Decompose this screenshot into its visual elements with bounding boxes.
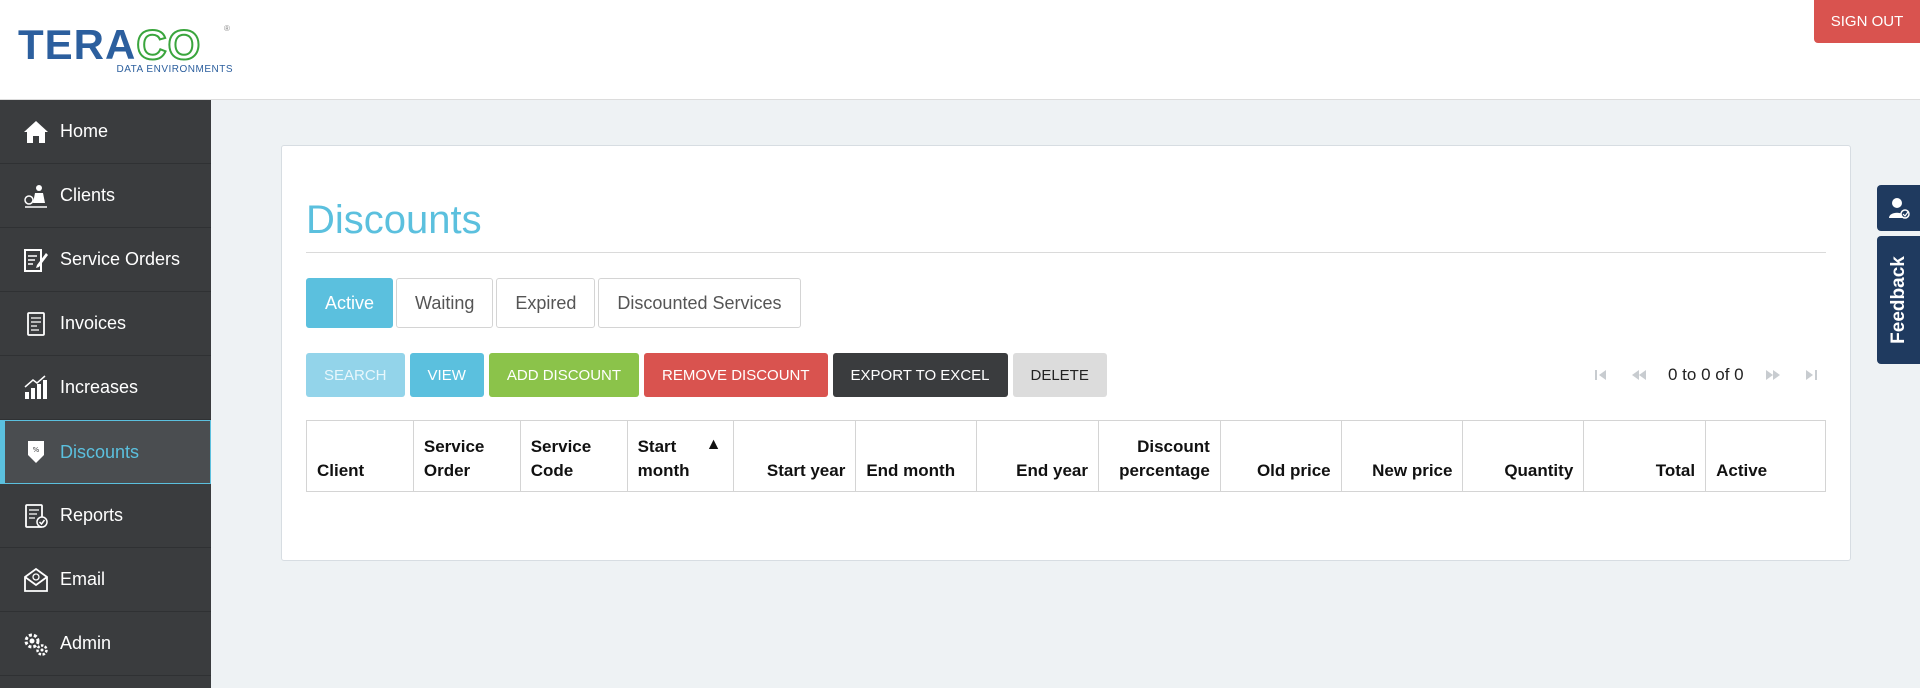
tab-expired[interactable]: Expired xyxy=(496,278,596,328)
clients-icon xyxy=(22,182,50,210)
main-content: Discounts Active Waiting Expired Discoun… xyxy=(211,100,1920,688)
feedback-tab[interactable]: Feedback xyxy=(1877,236,1920,364)
sidebar-item-label: Admin xyxy=(60,633,112,653)
sidebar-item-label: Invoices xyxy=(60,313,127,333)
column-header-end-month[interactable]: End month xyxy=(856,421,978,491)
column-header-old-price[interactable]: Old price xyxy=(1221,421,1342,491)
sidebar-item-service-orders[interactable]: Service Orders xyxy=(0,228,211,292)
discount-tabs: Active Waiting Expired Discounted Servic… xyxy=(306,278,804,328)
column-header-new-price[interactable]: New price xyxy=(1342,421,1464,491)
increase-chart-icon xyxy=(22,374,50,402)
column-header-service-code[interactable]: Service Code xyxy=(521,421,628,491)
discounts-panel: Discounts Active Waiting Expired Discoun… xyxy=(281,145,1851,561)
sidebar-item-label: Service Orders xyxy=(60,249,181,269)
column-header-start-month[interactable]: Start month ▲ xyxy=(628,421,735,491)
invoice-icon xyxy=(22,310,50,338)
add-discount-button[interactable]: ADD DISCOUNT xyxy=(488,353,640,397)
sign-out-button[interactable]: SIGN OUT xyxy=(1814,0,1920,43)
column-header-client[interactable]: Client xyxy=(307,421,414,491)
logo-wordmark: TERACO xyxy=(18,21,202,68)
next-page-icon[interactable] xyxy=(1763,365,1783,385)
feedback-label: Feedback xyxy=(1887,256,1909,344)
logo-subtitle: DATA ENVIRONMENTS xyxy=(116,64,233,75)
sidebar-item-label: Email xyxy=(60,569,106,589)
teraco-logo[interactable]: TERACO ® DATA ENVIRONMENTS xyxy=(18,21,233,76)
pagination: 0 to 0 of 0 xyxy=(1582,361,1830,389)
column-header-label: Start month xyxy=(637,437,690,480)
email-icon xyxy=(22,566,50,594)
pagination-status: 0 to 0 of 0 xyxy=(1668,365,1744,384)
sidebar-item-label: Reports xyxy=(60,505,124,525)
column-header-service-order[interactable]: Service Order xyxy=(414,421,521,491)
sidebar-item-reports[interactable]: Reports xyxy=(0,484,211,548)
column-header-discount-percentage[interactable]: Discount percentage xyxy=(1099,421,1221,491)
remove-discount-button[interactable]: REMOVE DISCOUNT xyxy=(644,353,828,397)
sidebar-item-label: Home xyxy=(60,121,109,141)
sidebar-item-label: Clients xyxy=(60,185,116,205)
last-page-icon[interactable] xyxy=(1801,365,1821,385)
logo-registered-mark: ® xyxy=(224,24,230,33)
sidebar-item-label: Discounts xyxy=(60,441,140,462)
gear-icon xyxy=(22,630,50,658)
previous-page-icon[interactable] xyxy=(1629,365,1649,385)
header: TERACO ® DATA ENVIRONMENTS SIGN OUT xyxy=(0,0,1920,100)
discount-tag-icon: % xyxy=(22,438,50,466)
discounts-table-header: Client Service Order Service Code Start … xyxy=(306,420,1826,492)
page-title: Discounts xyxy=(306,198,482,242)
sidebar-item-label: Increases xyxy=(60,377,139,397)
service-orders-icon xyxy=(22,246,50,274)
column-header-quantity[interactable]: Quantity xyxy=(1463,421,1585,491)
sort-ascending-icon: ▲ xyxy=(705,436,722,453)
sidebar-item-discounts[interactable]: % Discounts xyxy=(0,420,211,484)
first-page-icon[interactable] xyxy=(1591,365,1611,385)
sidebar: Home Clients Service Orders Invoices Inc… xyxy=(0,100,211,688)
delete-button[interactable]: DELETE xyxy=(1012,353,1107,397)
column-header-total[interactable]: Total xyxy=(1584,421,1707,491)
sidebar-item-email[interactable]: Email xyxy=(0,548,211,612)
column-header-end-year[interactable]: End year xyxy=(977,421,1099,491)
title-divider xyxy=(306,252,1826,253)
view-button[interactable]: VIEW xyxy=(409,353,484,397)
column-header-active[interactable]: Active xyxy=(1706,421,1825,491)
tab-discounted-services[interactable]: Discounted Services xyxy=(598,278,801,328)
export-to-excel-button[interactable]: EXPORT TO EXCEL xyxy=(832,353,1008,397)
column-header-start-year[interactable]: Start year xyxy=(734,421,857,491)
sidebar-item-admin[interactable]: Admin xyxy=(0,612,211,676)
svg-text:%: % xyxy=(33,446,40,454)
tab-waiting[interactable]: Waiting xyxy=(396,278,494,328)
tab-active[interactable]: Active xyxy=(306,278,394,328)
sidebar-item-invoices[interactable]: Invoices xyxy=(0,292,211,356)
sidebar-item-clients[interactable]: Clients xyxy=(0,164,211,228)
sidebar-item-increases[interactable]: Increases xyxy=(0,356,211,420)
search-button[interactable]: SEARCH xyxy=(306,353,405,397)
home-icon xyxy=(22,118,50,146)
report-icon xyxy=(22,502,50,530)
sidebar-item-home[interactable]: Home xyxy=(0,100,211,164)
user-feedback-icon[interactable] xyxy=(1877,185,1920,231)
toolbar: SEARCH VIEW ADD DISCOUNT REMOVE DISCOUNT… xyxy=(306,353,1112,397)
